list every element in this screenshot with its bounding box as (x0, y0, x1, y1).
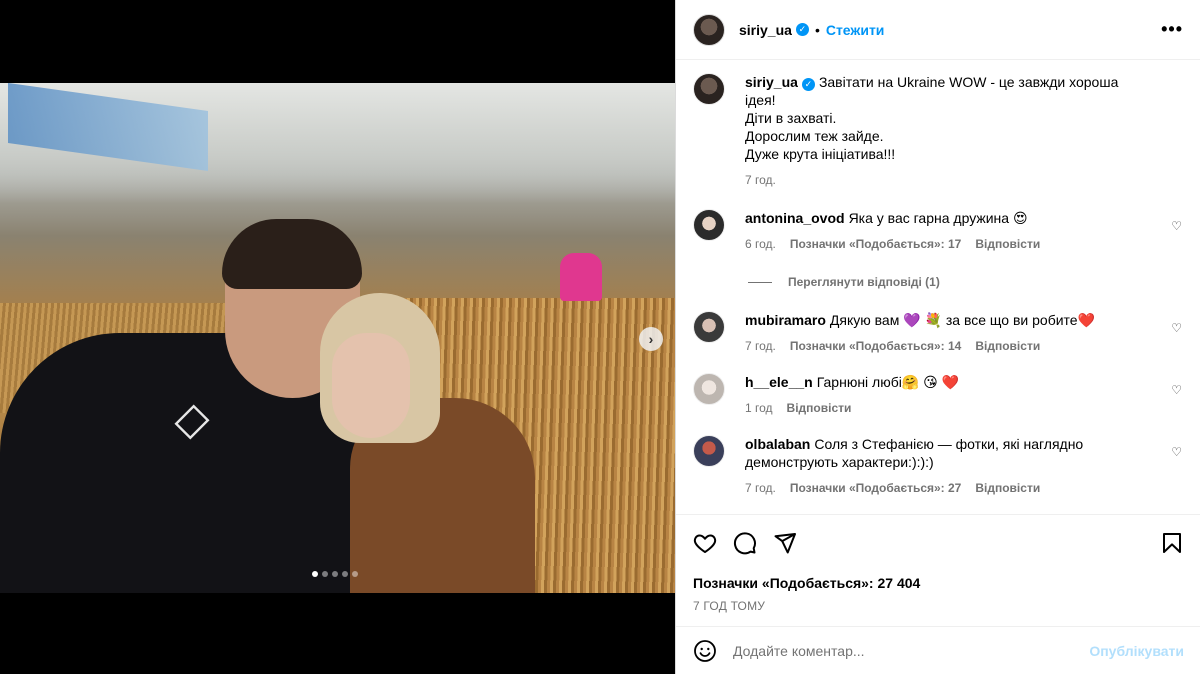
chevron-right-icon: › (648, 331, 654, 347)
like-comment-heart-icon[interactable]: ♡ (1171, 219, 1182, 233)
media-pane: › (0, 0, 675, 674)
photo-background-person (560, 253, 602, 301)
view-replies-label[interactable]: Переглянути відповіді (1) (788, 275, 940, 289)
carousel-dots (312, 571, 358, 577)
comment-item: olbalaban Соля з Стефанією — фотки, які н… (693, 435, 1184, 497)
reply-button[interactable]: Відповісти (787, 399, 852, 417)
post-header: siriy_ua ✓ • Стежити ••• (676, 0, 1200, 60)
caption-line: Дорослим теж зайде. (745, 128, 884, 144)
comment-time[interactable]: 7 год. (745, 479, 776, 497)
follow-button[interactable]: Стежити (826, 22, 885, 38)
post-photo[interactable] (0, 83, 675, 593)
like-comment-heart-icon[interactable]: ♡ (1171, 383, 1182, 397)
like-comment-heart-icon[interactable]: ♡ (1171, 321, 1182, 335)
action-icons (693, 529, 1184, 557)
caption-time[interactable]: 7 год. (745, 171, 776, 189)
comment-text: Яка у вас гарна дружина 😍 (848, 210, 1028, 226)
commenter-avatar[interactable] (693, 311, 725, 343)
more-options-icon[interactable]: ••• (1161, 19, 1183, 40)
comment-time[interactable]: 7 год. (745, 337, 776, 355)
header-separator: • (814, 21, 820, 38)
comment-composer: Опублікувати (676, 626, 1200, 674)
reply-button[interactable]: Відповісти (975, 479, 1040, 497)
instagram-post-modal: › siriy_ua ✓ • Стежити ••• siriy_ua ✓ Заві… (0, 0, 1200, 674)
comment-username[interactable]: olbalaban (745, 436, 810, 452)
carousel-dot (352, 571, 358, 577)
author-avatar[interactable] (693, 73, 725, 105)
verified-badge-icon: ✓ (795, 23, 809, 36)
carousel-dot (342, 571, 348, 577)
author-avatar[interactable] (693, 13, 725, 46)
replies-divider (748, 281, 772, 283)
comment-text: Дякую вам 💜 💐 за все що ви робите❤️ (829, 312, 1095, 328)
emoji-icon[interactable] (693, 639, 717, 663)
commenter-avatar[interactable] (693, 435, 725, 467)
publish-button[interactable]: Опублікувати (1089, 643, 1184, 659)
reply-button[interactable]: Відповісти (975, 337, 1040, 355)
comments-list: siriy_ua ✓ Завітати на Ukraine WOW - це за… (676, 61, 1200, 513)
comment-likes[interactable]: Позначки «Подобається»: 14 (790, 337, 961, 355)
photo-woman-face (332, 333, 410, 438)
comment-likes[interactable]: Позначки «Подобається»: 17 (790, 235, 961, 253)
author-username[interactable]: siriy_ua (739, 22, 792, 38)
comment-item: h__ele__n Гарнюні любі🤗 😘 ❤️ 1 год Відпов… (693, 373, 1184, 417)
like-comment-heart-icon[interactable]: ♡ (1171, 445, 1182, 459)
comment-username[interactable]: h__ele__n (745, 374, 813, 390)
caption-line: Діти в захваті. (745, 110, 837, 126)
post-timestamp[interactable]: 7 ГОД ТОМУ (693, 599, 1184, 613)
comment-item: antonina_ovod Яка у вас гарна дружина 😍 6… (693, 209, 1184, 253)
carousel-dot (322, 571, 328, 577)
comment-item: mubiramaro Дякую вам 💜 💐 за все що ви роб… (693, 311, 1184, 355)
bookmark-icon[interactable] (1160, 531, 1184, 555)
like-heart-icon[interactable] (693, 531, 717, 555)
caption-username[interactable]: siriy_ua (745, 74, 798, 90)
action-bar: Позначки «Подобається»: 27 404 7 ГОД ТОМ… (676, 514, 1200, 613)
caption: siriy_ua ✓ Завітати на Ukraine WOW - це за… (693, 73, 1184, 189)
caption-line: Завітати на Ukraine WOW - це завжди хоро… (745, 74, 1119, 108)
comment-input[interactable] (733, 642, 1090, 659)
commenter-avatar[interactable] (693, 209, 725, 241)
reply-button[interactable]: Відповісти (975, 235, 1040, 253)
next-slide-button[interactable]: › (639, 327, 663, 351)
caption-line: Дуже крута ініціатива!!! (745, 146, 896, 162)
comment-text: Гарнюні любі🤗 😘 ❤️ (816, 374, 960, 390)
carousel-dot (332, 571, 338, 577)
comment-username[interactable]: mubiramaro (745, 312, 826, 328)
comment-icon[interactable] (733, 531, 757, 555)
comment-time[interactable]: 1 год (745, 399, 773, 417)
post-sidebar: siriy_ua ✓ • Стежити ••• siriy_ua ✓ Завіта… (675, 0, 1200, 674)
likes-count[interactable]: Позначки «Подобається»: 27 404 (693, 575, 1184, 591)
photo-man-hair (222, 219, 362, 289)
verified-badge-icon: ✓ (801, 77, 815, 91)
comment-username[interactable]: antonina_ovod (745, 210, 845, 226)
carousel-dot (312, 571, 318, 577)
commenter-avatar[interactable] (693, 373, 725, 405)
view-replies[interactable]: Переглянути відповіді (1) (748, 275, 1184, 289)
comment-time[interactable]: 6 год. (745, 235, 776, 253)
comment-likes[interactable]: Позначки «Подобається»: 27 (790, 479, 961, 497)
share-icon[interactable] (773, 531, 797, 555)
